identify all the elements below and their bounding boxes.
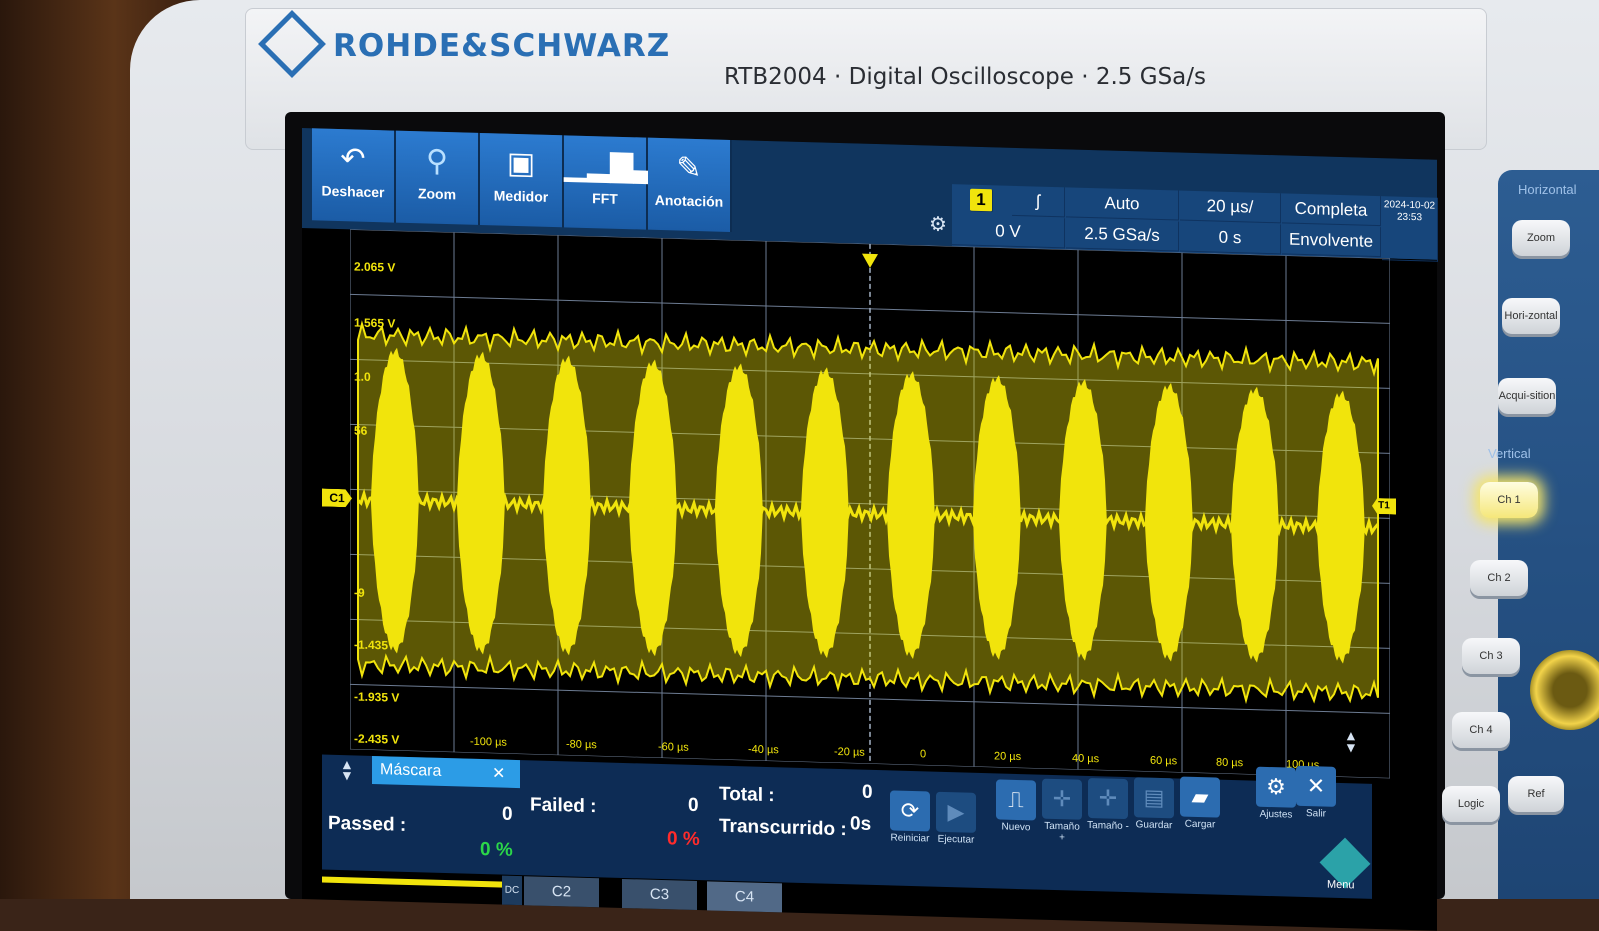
settings-gear-icon[interactable]: ⚙ (929, 212, 947, 238)
size-down-icon: ✛ (1088, 777, 1128, 820)
tab-c3[interactable]: C3 (622, 878, 697, 911)
sample-rate[interactable]: 2.5 GSa/s (1066, 218, 1179, 252)
y-label: -1.935 V (354, 689, 400, 705)
trigger-slope[interactable]: ʃ (1012, 185, 1065, 218)
coupling-dc[interactable]: DC (502, 875, 522, 906)
pencil-icon: ✎ (676, 151, 702, 186)
close-icon: ✕ (1296, 765, 1336, 807)
y-label: 56 (354, 423, 368, 438)
x-label: -40 µs (748, 743, 779, 757)
y-label: -9 (354, 585, 365, 600)
date-time: 2024-10-02 23:53 (1382, 196, 1438, 262)
ch2-key[interactable]: Ch 2 (1470, 560, 1528, 596)
trigger-mode[interactable]: Auto (1066, 187, 1179, 221)
meter-button[interactable]: ▣ Medidor (480, 132, 564, 228)
x-label: -80 µs (566, 738, 597, 752)
fft-icon: ▁▂▇▃ (564, 148, 657, 184)
oscilloscope-screen: ↶ Deshacer ⚲ Zoom ▣ Medidor ▁▂▇▃ FFT ✎ A… (302, 128, 1438, 931)
zoom-icon: ⚲ (426, 144, 448, 179)
undo-icon: ↶ (340, 142, 366, 176)
acquisition-key[interactable]: Acqui-sition (1498, 378, 1556, 414)
scroll-arrows-icon[interactable]: ▲ ▼ (1344, 727, 1358, 755)
total-label: Total : (719, 783, 775, 807)
close-icon[interactable]: ✕ (492, 763, 505, 783)
ch1-key[interactable]: Ch 1 (1480, 482, 1538, 518)
y-label: 1.0 (354, 369, 371, 384)
channel-strip (322, 876, 522, 889)
ref-key[interactable]: Ref (1508, 776, 1564, 812)
size-down-button[interactable]: ✛ Tamaño - (1086, 777, 1130, 832)
run-button[interactable]: ▶ Ejecutar (934, 791, 978, 846)
model-label: RTB2004 · Digital Oscilloscope · 2.5 GSa… (724, 64, 1207, 90)
waveform-grid[interactable] (350, 229, 1390, 779)
x-label: 20 µs (994, 750, 1022, 764)
size-up-button[interactable]: ✛ Tamaño + (1040, 778, 1084, 844)
passed-count: 0 (502, 803, 513, 825)
tab-c2[interactable]: C2 (524, 876, 599, 908)
trigger-channel-indicator[interactable]: 1 (970, 188, 993, 213)
load-button[interactable]: ▰ Cargar (1178, 776, 1222, 831)
folder-icon: ▰ (1180, 776, 1220, 818)
total-count: 0 (862, 781, 873, 803)
zoom-key[interactable]: Zoom (1512, 220, 1570, 256)
date-label: 2024-10-02 (1383, 199, 1436, 212)
elapsed-label: Transcurrido : (719, 815, 847, 841)
y-label: 1.565 V (354, 315, 396, 331)
failed-count: 0 (688, 794, 699, 817)
time-scale[interactable]: 20 µs/ (1180, 190, 1281, 224)
meter-icon: ▣ (506, 146, 536, 181)
acquisition-mode[interactable]: Completa (1282, 193, 1381, 227)
horizontal-key[interactable]: Hori-zontal (1502, 298, 1560, 334)
reset-icon: ⟳ (890, 790, 930, 832)
waveform-trace (356, 320, 1380, 705)
passed-label: Passed : (328, 812, 407, 836)
display-mode[interactable]: Envolvente (1282, 224, 1381, 258)
annotation-button[interactable]: ✎ Anotación (648, 137, 732, 233)
x-label: 40 µs (1072, 752, 1100, 766)
y-label: 2.065 V (354, 259, 396, 275)
settings-button[interactable]: ⚙ Ajustes (1254, 766, 1298, 821)
time-label: 23:53 (1396, 211, 1423, 224)
trigger-level[interactable]: 0 V (952, 215, 1065, 249)
new-mask-icon: ⎍ (996, 779, 1036, 821)
x-label: -60 µs (658, 740, 689, 754)
exit-button[interactable]: ✕ Salir (1294, 765, 1338, 820)
reset-button[interactable]: ⟳ Reiniciar (888, 790, 932, 845)
brand-logo-text: ROHDE&SCHWARZ (333, 28, 671, 64)
ch3-key[interactable]: Ch 3 (1462, 638, 1520, 674)
x-label: 0 (920, 748, 927, 761)
undo-button[interactable]: ↶ Deshacer (312, 128, 396, 223)
passed-percent: 0 % (480, 838, 513, 861)
ch4-key[interactable]: Ch 4 (1452, 712, 1510, 748)
x-label: 80 µs (1216, 756, 1244, 770)
zoom-button[interactable]: ⚲ Zoom (396, 130, 480, 225)
new-mask-button[interactable]: ⎍ Nuevo (994, 779, 1038, 833)
x-label: 60 µs (1150, 754, 1178, 768)
time-offset[interactable]: 0 s (1180, 221, 1281, 255)
save-icon: ▤ (1134, 777, 1174, 819)
mask-tab-label: Máscara (380, 761, 442, 780)
failed-percent: 0 % (667, 828, 700, 851)
play-icon: ▶ (936, 791, 976, 833)
save-button[interactable]: ▤ Guardar (1132, 777, 1176, 831)
gear-icon: ⚙ (1256, 766, 1296, 808)
elapsed-value: 0s (850, 813, 872, 835)
tab-c4[interactable]: C4 (707, 881, 782, 913)
x-label: -20 µs (834, 745, 865, 759)
channel-1-marker[interactable]: C1 (322, 489, 352, 508)
horizontal-section-label: Horizontal (1518, 182, 1577, 197)
y-label: -2.435 V (354, 731, 400, 747)
failed-label: Failed : (530, 794, 597, 818)
vertical-section-label: Vertical (1488, 446, 1531, 461)
panel-updown-icon[interactable]: ▲ ▼ (340, 756, 354, 783)
logic-key[interactable]: Logic (1442, 786, 1500, 822)
fft-button[interactable]: ▁▂▇▃ FFT (564, 135, 657, 230)
size-up-icon: ✛ (1042, 778, 1082, 820)
menu-label: Menu (1327, 878, 1355, 892)
y-label: -1.435 V (354, 637, 400, 653)
x-label: -100 µs (470, 735, 507, 749)
mask-test-panel: ▲ ▼ Máscara ✕ Passed : 0 0 % Failed : 0 0… (322, 754, 1372, 899)
